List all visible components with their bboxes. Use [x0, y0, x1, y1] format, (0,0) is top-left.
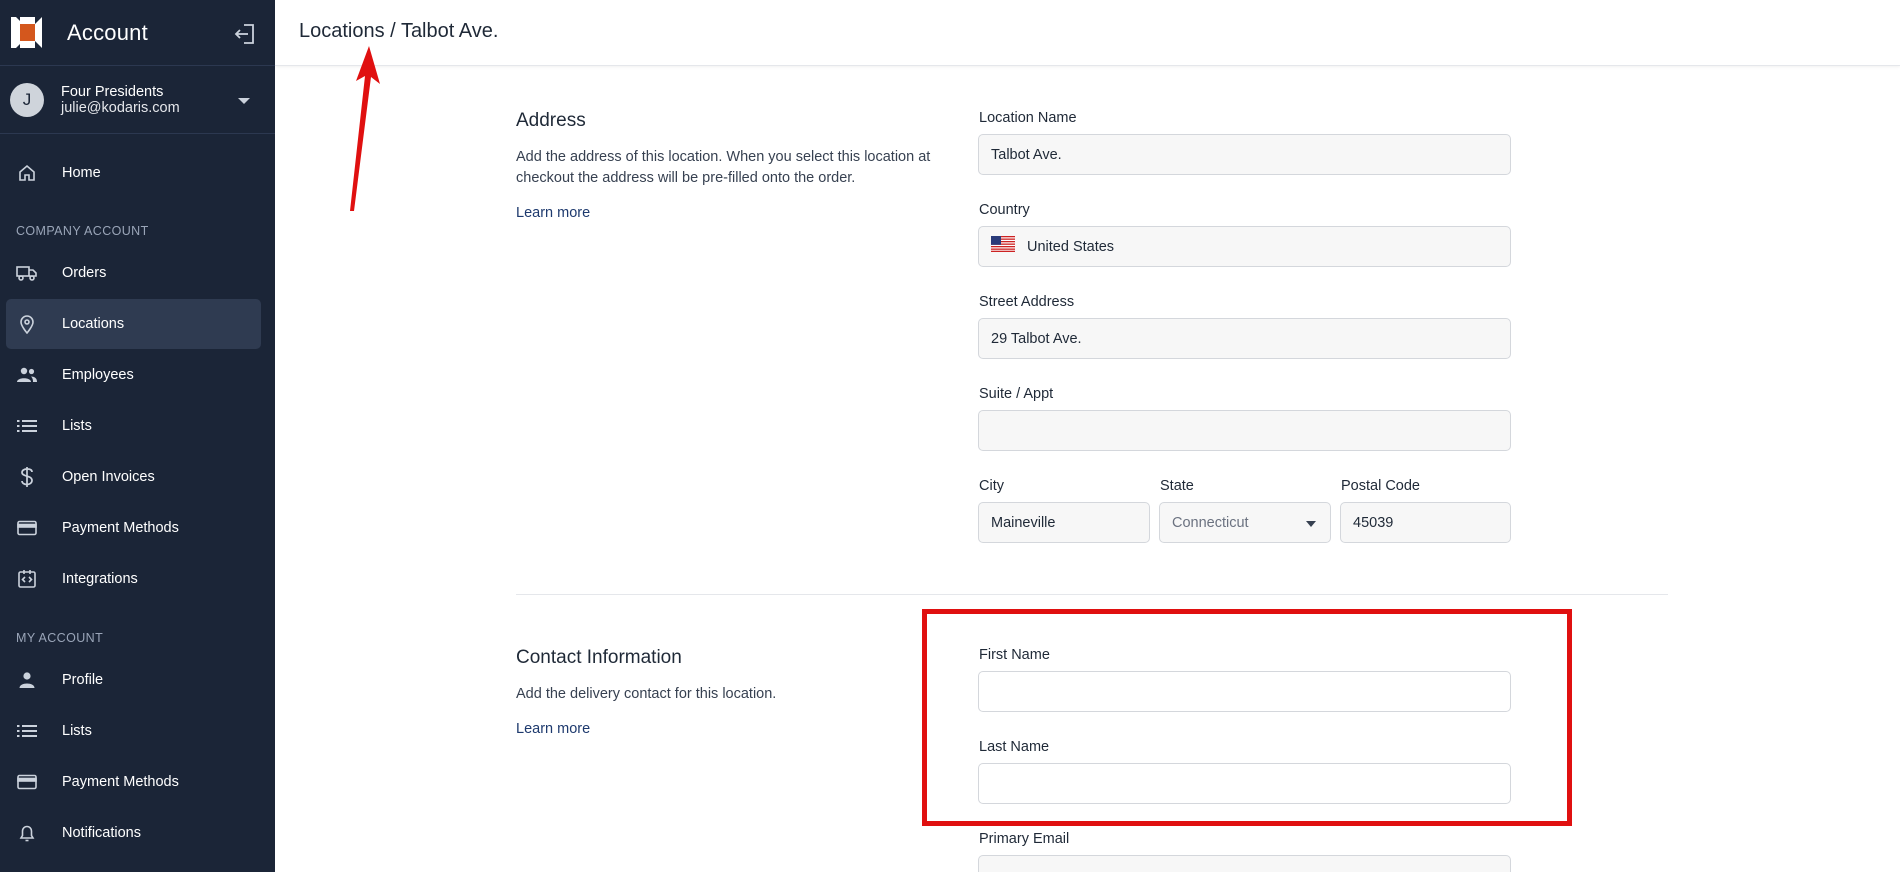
sidebar-item-label: Lists — [62, 418, 92, 434]
sidebar-item-label: Payment Methods — [62, 520, 179, 536]
sidebar: Account J Four Presidents julie@kodaris.… — [0, 0, 275, 872]
city-input[interactable] — [978, 502, 1150, 543]
sidebar-item-label: Integrations — [62, 571, 138, 587]
credit-card-icon — [16, 771, 38, 793]
sidebar-item-label: Payment Methods — [62, 774, 179, 790]
sidebar-item-lists[interactable]: Lists — [6, 401, 261, 451]
address-learn-more-link[interactable]: Learn more — [516, 205, 590, 221]
location-name-input[interactable] — [978, 134, 1511, 175]
country-select[interactable]: United States — [978, 226, 1511, 267]
sidebar-item-label: Orders — [62, 265, 107, 281]
suite-input[interactable] — [978, 410, 1511, 451]
list-icon — [16, 720, 38, 742]
sidebar-item-payment-methods[interactable]: Payment Methods — [6, 503, 261, 553]
dollar-icon — [16, 466, 38, 488]
sidebar-item-label: Profile — [62, 672, 104, 688]
section-heading-company: COMPANY ACCOUNT — [16, 224, 149, 238]
us-flag-icon — [991, 236, 1015, 257]
city-label: City — [979, 478, 1004, 494]
top-bar: Locations / Talbot Ave. — [275, 0, 1900, 66]
person-icon — [16, 669, 38, 691]
sidebar-item-employees[interactable]: Employees — [6, 350, 261, 400]
sidebar-item-label: Employees — [62, 367, 134, 383]
sidebar-item-locations[interactable]: Locations — [6, 299, 261, 349]
integration-icon — [16, 568, 38, 590]
contact-learn-more-link[interactable]: Learn more — [516, 721, 590, 737]
chevron-down-icon — [1306, 521, 1316, 527]
user-company-name: Four Presidents — [61, 83, 164, 100]
street-address-label: Street Address — [979, 294, 1075, 310]
primary-email-label: Primary Email — [979, 831, 1070, 847]
sidebar-item-profile[interactable]: Profile — [6, 655, 261, 705]
home-icon — [16, 162, 38, 184]
address-section-title: Address — [516, 110, 586, 131]
section-heading-my-account: MY ACCOUNT — [16, 631, 104, 645]
postal-code-label: Postal Code — [1341, 478, 1420, 494]
collapse-sidebar-icon[interactable] — [232, 22, 258, 46]
avatar: J — [10, 82, 44, 117]
contact-section-description: Add the delivery contact for this locati… — [516, 686, 777, 702]
country-label: Country — [979, 202, 1030, 218]
breadcrumb: Locations / Talbot Ave. — [299, 20, 498, 43]
people-icon — [16, 364, 38, 386]
sidebar-item-label: Notifications — [62, 825, 141, 841]
suite-label: Suite / Appt — [979, 386, 1054, 402]
sidebar-item-label: Lists — [62, 723, 92, 739]
credit-card-icon — [16, 517, 38, 539]
sidebar-item-integrations[interactable]: Integrations — [6, 554, 261, 604]
sidebar-item-label: Open Invoices — [62, 469, 155, 485]
user-switcher[interactable]: J Four Presidents julie@kodaris.com — [0, 66, 275, 134]
primary-email-input[interactable] — [978, 855, 1511, 872]
kodaris-logo[interactable] — [11, 17, 42, 48]
sidebar-item-notifications[interactable]: Notifications — [6, 808, 261, 858]
contact-section-title: Contact Information — [516, 647, 682, 668]
app-title: Account — [67, 19, 148, 45]
sidebar-item-my-lists[interactable]: Lists — [6, 706, 261, 756]
annotation-arrow — [350, 46, 380, 211]
street-address-input[interactable] — [978, 318, 1511, 359]
sidebar-item-home[interactable]: Home — [6, 148, 261, 198]
annotation-highlight-box — [922, 609, 1572, 826]
country-value: United States — [1027, 238, 1115, 255]
map-pin-icon — [16, 313, 38, 335]
location-name-label: Location Name — [979, 110, 1077, 126]
sidebar-header: Account — [0, 0, 275, 66]
sidebar-item-orders[interactable]: Orders — [6, 248, 261, 298]
sidebar-item-my-payment-methods[interactable]: Payment Methods — [6, 757, 261, 807]
list-icon — [16, 415, 38, 437]
state-select[interactable]: Connecticut — [1159, 502, 1331, 543]
state-value: Connecticut — [1172, 514, 1249, 531]
breadcrumb-current: Talbot Ave. — [400, 20, 499, 42]
address-section-description: Add the address of this location. When y… — [516, 149, 931, 186]
section-divider — [516, 594, 1668, 595]
sidebar-item-label: Home — [62, 165, 101, 181]
breadcrumb-separator: / — [384, 20, 401, 42]
breadcrumb-locations-link[interactable]: Locations — [299, 20, 385, 42]
user-email: julie@kodaris.com — [61, 99, 180, 116]
postal-code-input[interactable] — [1340, 502, 1511, 543]
truck-icon — [16, 262, 38, 284]
bell-icon — [16, 822, 38, 844]
sidebar-item-open-invoices[interactable]: Open Invoices — [6, 452, 261, 502]
sidebar-item-label: Locations — [62, 316, 125, 332]
chevron-down-icon — [238, 98, 250, 104]
state-label: State — [1160, 478, 1194, 494]
